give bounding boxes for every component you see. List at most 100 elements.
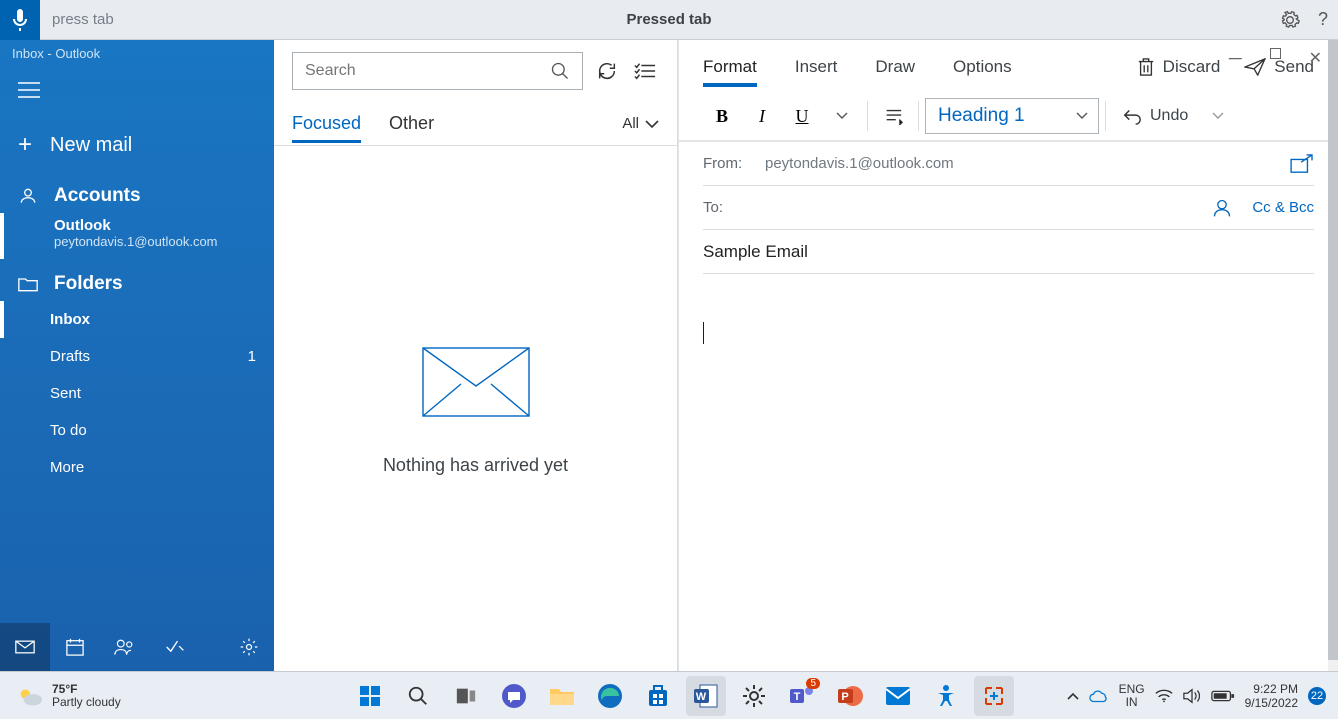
volume-icon[interactable] xyxy=(1183,688,1201,704)
mail-view-button[interactable] xyxy=(0,623,50,671)
message-list-pane: Focused Other All Nothing has arrived ye… xyxy=(274,40,678,671)
folders-label: Folders xyxy=(54,273,123,295)
bold-button[interactable]: B xyxy=(703,99,741,133)
help-icon[interactable]: ? xyxy=(1318,9,1328,30)
refresh-button[interactable] xyxy=(593,57,621,85)
maximize-button[interactable] xyxy=(1270,48,1281,59)
settings-button[interactable] xyxy=(224,623,274,671)
settings-gear-icon[interactable] xyxy=(1280,10,1300,30)
start-button[interactable] xyxy=(350,676,390,716)
powerpoint-app[interactable]: P xyxy=(830,676,870,716)
new-mail-button[interactable]: + New mail xyxy=(0,119,274,171)
font-dropdown[interactable] xyxy=(823,99,861,133)
folder-more[interactable]: More xyxy=(0,449,274,486)
folder-sent[interactable]: Sent xyxy=(0,375,274,412)
ccbcc-button[interactable]: Cc & Bcc xyxy=(1252,199,1314,216)
weather-widget[interactable]: 75°F Partly cloudy xyxy=(0,683,121,709)
text-cursor xyxy=(703,322,704,344)
snip-icon xyxy=(982,684,1006,708)
paragraph-button[interactable] xyxy=(874,99,912,133)
file-explorer[interactable] xyxy=(542,676,582,716)
heading-select[interactable]: Heading 1 xyxy=(925,98,1099,134)
tab-insert[interactable]: Insert xyxy=(795,47,838,87)
microphone-icon xyxy=(11,9,29,31)
calendar-view-button[interactable] xyxy=(50,623,100,671)
filter-dropdown[interactable]: All xyxy=(622,115,659,132)
checklist-icon xyxy=(634,62,656,80)
microphone-button[interactable] xyxy=(0,0,40,40)
tab-other[interactable]: Other xyxy=(389,105,434,142)
close-button[interactable]: ✕ xyxy=(1309,48,1322,69)
folder-label: To do xyxy=(50,422,87,439)
svg-text:T: T xyxy=(794,691,801,703)
italic-button[interactable]: I xyxy=(743,99,781,133)
task-view-button[interactable] xyxy=(446,676,486,716)
folder-todo[interactable]: To do xyxy=(0,412,274,449)
gear-icon xyxy=(239,637,259,657)
folder-list: Inbox Drafts1 Sent To do More xyxy=(0,301,274,486)
divider xyxy=(867,101,868,131)
wifi-icon[interactable] xyxy=(1155,689,1173,703)
message-body[interactable] xyxy=(703,294,1314,651)
folder-inbox[interactable]: Inbox xyxy=(0,301,274,338)
window-caption: Inbox - Outlook xyxy=(0,40,274,72)
chevron-down-icon xyxy=(1212,112,1224,120)
popout-icon[interactable] xyxy=(1290,154,1314,174)
tab-options[interactable]: Options xyxy=(953,47,1012,87)
new-mail-label: New mail xyxy=(50,134,132,157)
accessibility-icon xyxy=(934,684,958,708)
scrollbar-thumb[interactable] xyxy=(1328,40,1338,660)
mail-icon xyxy=(885,686,911,706)
minimize-button[interactable]: ─ xyxy=(1229,48,1242,69)
sidebar-bottom-bar xyxy=(0,623,274,671)
scrollbar[interactable] xyxy=(1328,40,1338,671)
folders-header[interactable]: Folders xyxy=(0,259,274,301)
sidebar: Inbox - Outlook + New mail Accounts Outl… xyxy=(0,40,274,671)
store-icon xyxy=(646,684,670,708)
menu-toggle[interactable] xyxy=(0,72,274,113)
search-icon[interactable] xyxy=(550,61,570,81)
select-mode-button[interactable] xyxy=(631,57,659,85)
teams-app[interactable]: T5 xyxy=(782,676,822,716)
chat-app[interactable] xyxy=(494,676,534,716)
settings-app[interactable] xyxy=(734,676,774,716)
voice-command-bar: press tab Pressed tab ? xyxy=(0,0,1338,40)
underline-button[interactable]: U xyxy=(783,99,821,133)
people-view-button[interactable] xyxy=(100,623,150,671)
tab-format[interactable]: Format xyxy=(703,47,757,87)
lang-primary: ENG xyxy=(1119,683,1145,696)
microsoft-store[interactable] xyxy=(638,676,678,716)
onedrive-icon[interactable] xyxy=(1089,689,1109,703)
tab-draw[interactable]: Draw xyxy=(875,47,915,87)
snipping-tool[interactable] xyxy=(974,676,1014,716)
todo-view-button[interactable] xyxy=(150,623,200,671)
subject-field[interactable]: Sample Email xyxy=(703,230,1314,274)
folder-drafts[interactable]: Drafts1 xyxy=(0,338,274,375)
mail-app[interactable] xyxy=(878,676,918,716)
tab-focused[interactable]: Focused xyxy=(292,105,361,142)
search-input[interactable] xyxy=(305,62,550,80)
accounts-header[interactable]: Accounts xyxy=(0,171,274,213)
language-indicator[interactable]: ENG IN xyxy=(1119,683,1145,709)
edge-browser[interactable] xyxy=(590,676,630,716)
clock[interactable]: 9:22 PM 9/15/2022 xyxy=(1245,682,1298,710)
undo-button[interactable]: Undo xyxy=(1112,107,1234,125)
voice-command-text: press tab xyxy=(52,11,114,28)
folder-label: Inbox xyxy=(50,311,90,328)
tray-chevron-icon[interactable] xyxy=(1067,691,1079,701)
word-app[interactable]: W xyxy=(686,676,726,716)
discard-button[interactable]: Discard xyxy=(1137,57,1221,77)
accessibility-app[interactable] xyxy=(926,676,966,716)
from-value[interactable]: peytondavis.1@outlook.com xyxy=(765,155,954,172)
teams-badge: 5 xyxy=(806,678,820,689)
battery-icon[interactable] xyxy=(1211,689,1235,703)
to-label: To: xyxy=(703,199,753,216)
to-row[interactable]: To: Cc & Bcc xyxy=(703,186,1314,230)
search-box[interactable] xyxy=(292,52,583,90)
notification-badge[interactable]: 22 xyxy=(1308,687,1326,705)
account-item[interactable]: Outlook peytondavis.1@outlook.com xyxy=(0,213,274,259)
discard-label: Discard xyxy=(1163,57,1221,77)
paragraph-icon xyxy=(883,107,903,125)
contact-picker-icon[interactable] xyxy=(1212,198,1232,218)
search-button[interactable] xyxy=(398,676,438,716)
